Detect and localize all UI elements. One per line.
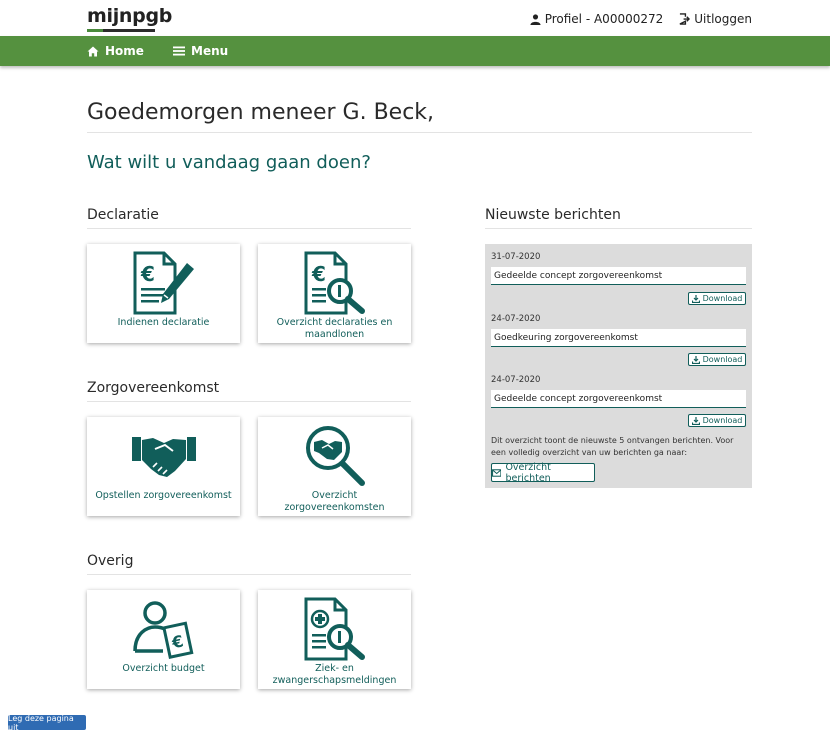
section-title-overig: Overig: [87, 553, 134, 569]
tile-indienen-declaratie[interactable]: € Indienen declaratie: [87, 244, 240, 343]
home-icon: [87, 46, 99, 56]
nav-menu[interactable]: Menu: [173, 36, 228, 66]
handshake-search-icon: [305, 426, 365, 486]
section-title-declaratie: Declaratie: [87, 207, 159, 223]
section-title-zorgovereenkomst: Zorgovereenkomst: [87, 380, 220, 396]
message-subject[interactable]: Goedkeuring zorgovereenkomst: [491, 329, 746, 347]
download-button[interactable]: Download: [688, 292, 746, 305]
user-icon: [530, 13, 541, 25]
overview-messages-button[interactable]: Overzicht berichten: [491, 461, 595, 484]
main-navbar: Home Menu: [0, 36, 830, 66]
logout-label: Uitloggen: [694, 12, 752, 26]
person-euro-icon: €: [132, 601, 193, 659]
download-label: Download: [702, 294, 743, 303]
divider: [87, 401, 411, 402]
tile-label: Indienen declaratie: [117, 317, 210, 328]
divider: [485, 228, 752, 229]
hamburger-icon: [173, 46, 185, 56]
divider: [87, 228, 411, 229]
tile-ziek-zwangerschap[interactable]: Ziek- en zwangerschapsmeldingen: [258, 590, 411, 689]
message-subject[interactable]: Gedeelde concept zorgovereenkomst: [491, 267, 746, 285]
envelope-icon: [492, 468, 502, 477]
divider: [87, 574, 411, 575]
tile-label: Overzicht zorgovereenkomsten: [284, 490, 385, 513]
logo-text: mijnpgb: [87, 5, 173, 27]
message-date: 24-07-2020: [491, 375, 541, 385]
tile-overzicht-zorgovereenkomsten[interactable]: Overzicht zorgovereenkomsten: [258, 417, 411, 516]
explain-page-button[interactable]: Leg deze pagina uit: [8, 714, 86, 732]
top-bar: mijnpgb Profiel - A00000272 Uitloggen: [0, 0, 830, 36]
divider: [87, 132, 752, 133]
greeting-heading: Goedemorgen meneer G. Beck,: [87, 100, 435, 125]
svg-text:€: €: [311, 262, 326, 286]
message-date: 31-07-2020: [491, 252, 541, 262]
tile-overzicht-declaraties[interactable]: € Overzicht declaraties en maandlonen: [258, 244, 411, 343]
medical-document-search-icon: [304, 597, 365, 661]
message-subject[interactable]: Gedeelde concept zorgovereenkomst: [491, 390, 746, 408]
download-button[interactable]: Download: [688, 353, 746, 366]
nav-home[interactable]: Home: [87, 36, 144, 66]
tile-label: Ziek- en zwangerschapsmeldingen: [272, 663, 397, 686]
tile-overzicht-budget[interactable]: € Overzicht budget: [87, 590, 240, 689]
tile-label: Overzicht budget: [122, 663, 205, 674]
profile-link[interactable]: Profiel - A00000272: [530, 12, 664, 26]
download-label: Download: [702, 416, 743, 425]
tile-opstellen-zorgovereenkomst[interactable]: Opstellen zorgovereenkomst: [87, 417, 240, 516]
download-label: Download: [702, 355, 743, 364]
user-menu: Profiel - A00000272 Uitloggen: [530, 12, 752, 26]
nav-menu-label: Menu: [191, 44, 229, 58]
tile-label: Opstellen zorgovereenkomst: [95, 490, 232, 501]
download-icon: [691, 416, 700, 425]
messages-panel: 31-07-2020 Gedeelde concept zorgovereenk…: [485, 244, 752, 488]
handshake-icon: [131, 437, 196, 477]
euro-document-search-icon: €: [304, 251, 365, 315]
download-icon: [691, 355, 700, 364]
profile-label: Profiel - A00000272: [544, 12, 664, 26]
messages-title: Nieuwste berichten: [485, 207, 621, 223]
logout-link[interactable]: Uitloggen: [679, 12, 752, 26]
logout-icon: [679, 13, 691, 25]
svg-text:€: €: [140, 262, 155, 286]
nav-home-label: Home: [105, 44, 144, 58]
question-heading: Wat wilt u vandaag gaan doen?: [87, 152, 371, 173]
message-date: 24-07-2020: [491, 314, 541, 324]
messages-note: Dit overzicht toont de nieuwste 5 ontvan…: [491, 436, 734, 457]
euro-document-pen-icon: €: [133, 251, 194, 315]
download-icon: [691, 294, 700, 303]
logo[interactable]: mijnpgb: [87, 5, 173, 32]
download-button[interactable]: Download: [688, 414, 746, 427]
tile-label: Overzicht declaraties en maandlonen: [276, 317, 393, 340]
overview-messages-label: Overzicht berichten: [505, 461, 551, 484]
